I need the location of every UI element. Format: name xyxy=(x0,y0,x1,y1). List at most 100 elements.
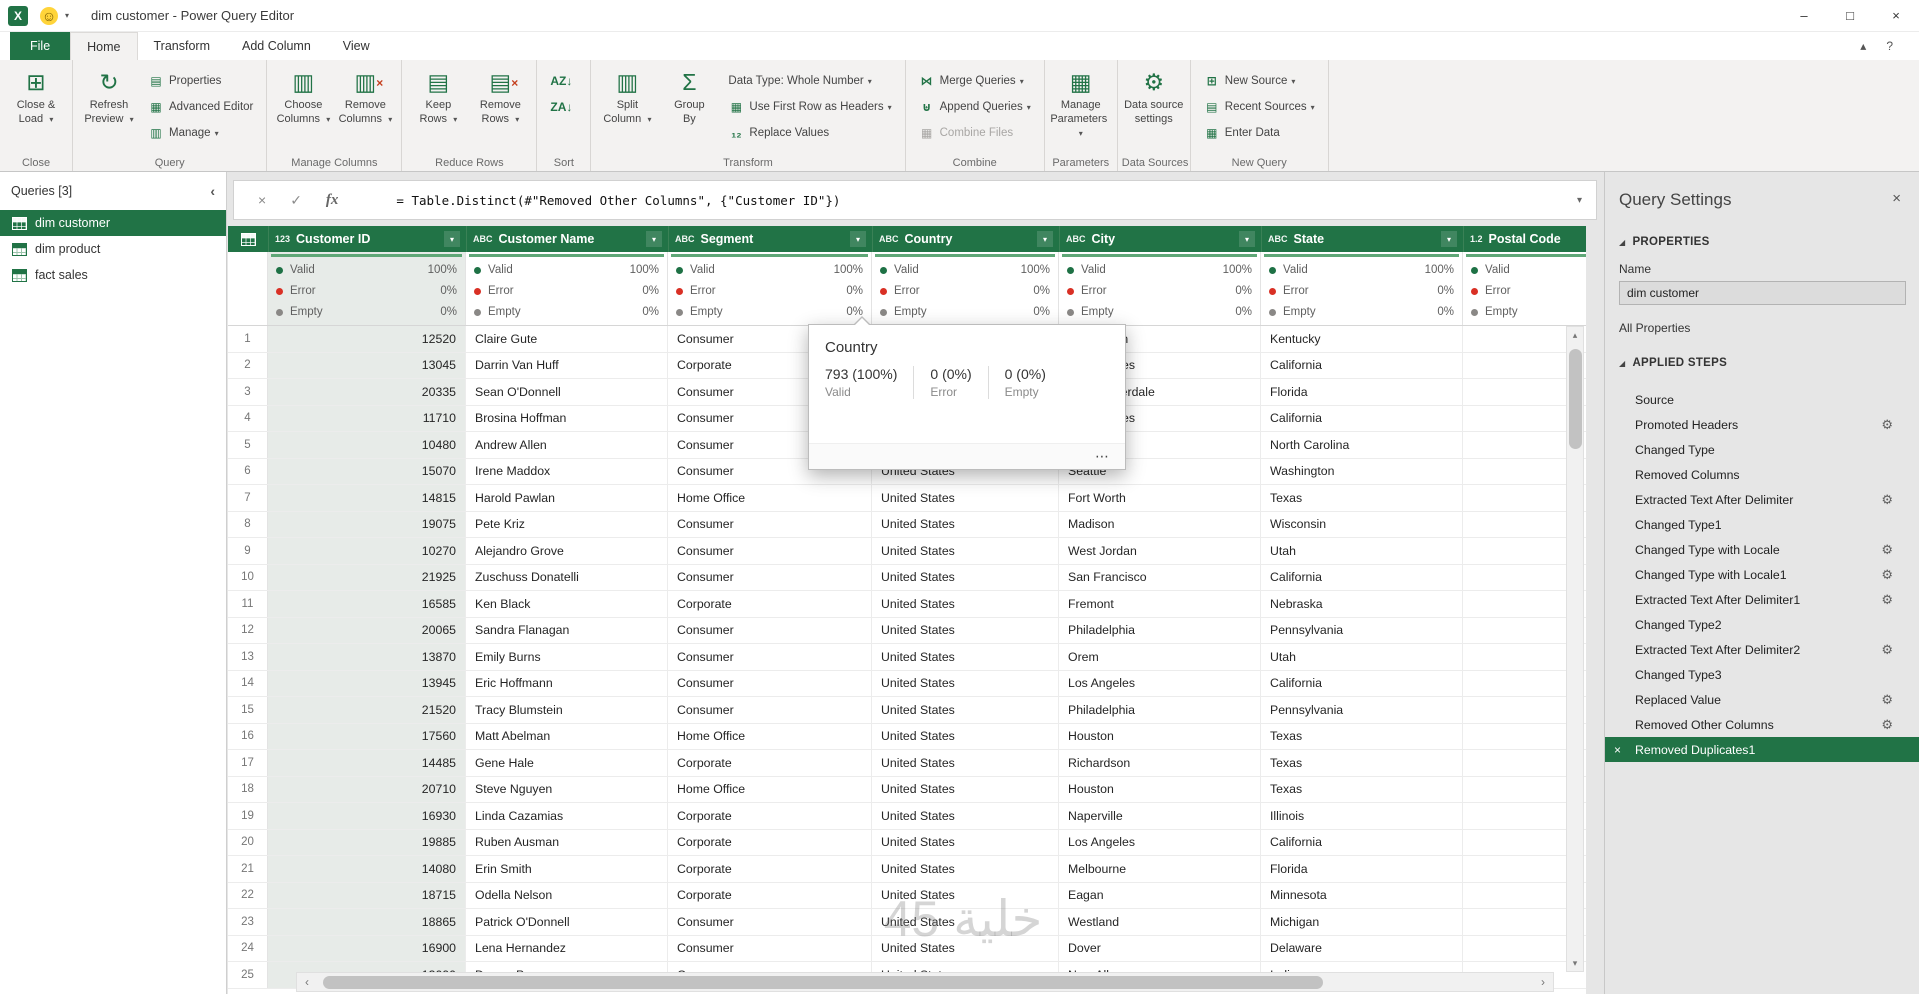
step-settings-gear-icon[interactable]: ⚙ xyxy=(1881,542,1893,558)
cell-state[interactable]: Wisconsin xyxy=(1261,511,1463,537)
filter-dropdown-icon[interactable]: ▾ xyxy=(1239,231,1255,247)
cell-customer-name[interactable]: Eric Hoffmann xyxy=(466,670,668,696)
row-number[interactable]: 15 xyxy=(228,697,268,723)
row-number[interactable]: 2 xyxy=(228,352,268,378)
cell-customer-name[interactable]: Ken Black xyxy=(466,591,668,617)
cell-customer-id[interactable]: 14815 xyxy=(268,485,466,511)
applied-step-removed-duplicates1[interactable]: × Removed Duplicates1 xyxy=(1605,737,1919,762)
cell-segment[interactable]: Consumer xyxy=(668,511,872,537)
cell-country[interactable]: United States xyxy=(872,485,1059,511)
recent-sources-button[interactable]: ▤ Recent Sources ▾ xyxy=(1197,95,1322,119)
cell-state[interactable]: Texas xyxy=(1261,485,1463,511)
cell-state[interactable]: Minnesota xyxy=(1261,882,1463,908)
cell-customer-name[interactable]: Claire Gute xyxy=(466,326,668,352)
popup-more-button[interactable]: ⋯ xyxy=(1095,448,1111,465)
cell-state[interactable]: California xyxy=(1261,405,1463,431)
cell-state[interactable]: Utah xyxy=(1261,644,1463,670)
scroll-down-icon[interactable]: ▾ xyxy=(1567,955,1583,971)
cell-city[interactable]: Philadelphia xyxy=(1059,697,1261,723)
cell-segment[interactable]: Corporate xyxy=(668,591,872,617)
enter-data-button[interactable]: ▦ Enter Data xyxy=(1197,121,1322,145)
applied-step-promoted-headers[interactable]: Promoted Headers ⚙ xyxy=(1605,412,1919,437)
cell-customer-name[interactable]: Zuschuss Donatelli xyxy=(466,564,668,590)
cell-customer-id[interactable]: 20710 xyxy=(268,776,466,802)
cell-segment[interactable]: Consumer xyxy=(668,617,872,643)
cell-country[interactable]: United States xyxy=(872,723,1059,749)
cell-state[interactable]: California xyxy=(1261,670,1463,696)
cell-city[interactable]: West Jordan xyxy=(1059,538,1261,564)
step-settings-gear-icon[interactable]: ⚙ xyxy=(1881,567,1893,583)
help-icon[interactable]: ? xyxy=(1886,39,1893,53)
cell-city[interactable]: Eagan xyxy=(1059,882,1261,908)
row-number[interactable]: 22 xyxy=(228,882,268,908)
cell-segment[interactable]: Corporate xyxy=(668,882,872,908)
choose-columns-button[interactable]: ▥ Choose Columns ▾ xyxy=(273,64,333,150)
horizontal-scrollbar[interactable]: ‹ › xyxy=(296,972,1554,992)
cell-customer-id[interactable]: 10270 xyxy=(268,538,466,564)
cell-country[interactable]: United States xyxy=(872,909,1059,935)
cell-city[interactable]: Westland xyxy=(1059,909,1261,935)
cell-state[interactable]: Texas xyxy=(1261,723,1463,749)
cell-customer-id[interactable]: 11710 xyxy=(268,405,466,431)
cell-country[interactable]: United States xyxy=(872,829,1059,855)
cell-country[interactable]: United States xyxy=(872,511,1059,537)
row-number[interactable]: 24 xyxy=(228,935,268,961)
maximize-button[interactable]: □ xyxy=(1827,0,1873,31)
column-header-customer-id[interactable]: 123 Customer ID ▾ xyxy=(268,226,466,252)
cell-state[interactable]: California xyxy=(1261,352,1463,378)
cell-customer-name[interactable]: Matt Abelman xyxy=(466,723,668,749)
collapse-applied-steps-icon[interactable]: ◢ xyxy=(1619,359,1625,368)
cell-customer-name[interactable]: Irene Maddox xyxy=(466,458,668,484)
row-number[interactable]: 10 xyxy=(228,564,268,590)
cell-country[interactable]: United States xyxy=(872,644,1059,670)
select-all-button[interactable] xyxy=(228,226,268,252)
tab-add-column[interactable]: Add Column xyxy=(226,32,327,60)
applied-step-extracted-text-after-delimiter[interactable]: Extracted Text After Delimiter ⚙ xyxy=(1605,487,1919,512)
applied-step-removed-columns[interactable]: Removed Columns xyxy=(1605,462,1919,487)
step-settings-gear-icon[interactable]: ⚙ xyxy=(1881,492,1893,508)
cell-customer-name[interactable]: Linda Cazamias xyxy=(466,803,668,829)
column-quality-city[interactable]: Valid 100% Error 0% Empty 0% xyxy=(1059,252,1261,325)
group-by-button[interactable]: Σ Group By xyxy=(659,64,719,150)
cell-customer-id[interactable]: 19075 xyxy=(268,511,466,537)
row-number[interactable]: 17 xyxy=(228,750,268,776)
delete-step-icon[interactable]: × xyxy=(1614,737,1621,762)
step-settings-gear-icon[interactable]: ⚙ xyxy=(1881,692,1893,708)
applied-step-removed-other-columns[interactable]: Removed Other Columns ⚙ xyxy=(1605,712,1919,737)
row-number[interactable]: 11 xyxy=(228,591,268,617)
sort-ascending-button[interactable]: AZ↓ xyxy=(543,69,584,93)
cell-segment[interactable]: Consumer xyxy=(668,564,872,590)
vertical-scroll-thumb[interactable] xyxy=(1569,349,1582,449)
row-number[interactable]: 16 xyxy=(228,723,268,749)
cell-customer-id[interactable]: 12520 xyxy=(268,326,466,352)
row-number[interactable]: 21 xyxy=(228,856,268,882)
cell-customer-name[interactable]: Harold Pawlan xyxy=(466,485,668,511)
column-header-state[interactable]: ABC State ▾ xyxy=(1261,226,1463,252)
cell-segment[interactable]: Home Office xyxy=(668,776,872,802)
applied-step-replaced-value[interactable]: Replaced Value ⚙ xyxy=(1605,687,1919,712)
row-number[interactable]: 12 xyxy=(228,617,268,643)
new-source-button[interactable]: ⊞ New Source ▾ xyxy=(1197,69,1322,93)
tab-view[interactable]: View xyxy=(327,32,386,60)
query-name-input[interactable] xyxy=(1619,281,1906,305)
cell-state[interactable]: California xyxy=(1261,829,1463,855)
cell-segment[interactable]: Consumer xyxy=(668,644,872,670)
tab-transform[interactable]: Transform xyxy=(138,32,227,60)
query-item-fact-sales[interactable]: fact sales xyxy=(0,262,226,288)
cell-customer-id[interactable]: 20335 xyxy=(268,379,466,405)
applied-step-extracted-text-after-delimiter1[interactable]: Extracted Text After Delimiter1 ⚙ xyxy=(1605,587,1919,612)
expand-formula-bar-icon[interactable]: ▾ xyxy=(1577,195,1582,206)
data-source-settings-button[interactable]: ⚙ Data source settings xyxy=(1124,64,1184,150)
row-number[interactable]: 6 xyxy=(228,458,268,484)
applied-step-source[interactable]: Source xyxy=(1605,387,1919,412)
manage-parameters-button[interactable]: ▦ Manage Parameters ▾ xyxy=(1050,64,1111,150)
cell-customer-id[interactable]: 14485 xyxy=(268,750,466,776)
cell-customer-id[interactable]: 16900 xyxy=(268,935,466,961)
applied-step-changed-type2[interactable]: Changed Type2 xyxy=(1605,612,1919,637)
cell-segment[interactable]: Corporate xyxy=(668,829,872,855)
sort-descending-button[interactable]: ZA↓ xyxy=(543,95,584,119)
cell-state[interactable]: North Carolina xyxy=(1261,432,1463,458)
cell-customer-id[interactable]: 16585 xyxy=(268,591,466,617)
cell-city[interactable]: Houston xyxy=(1059,776,1261,802)
row-number[interactable]: 7 xyxy=(228,485,268,511)
